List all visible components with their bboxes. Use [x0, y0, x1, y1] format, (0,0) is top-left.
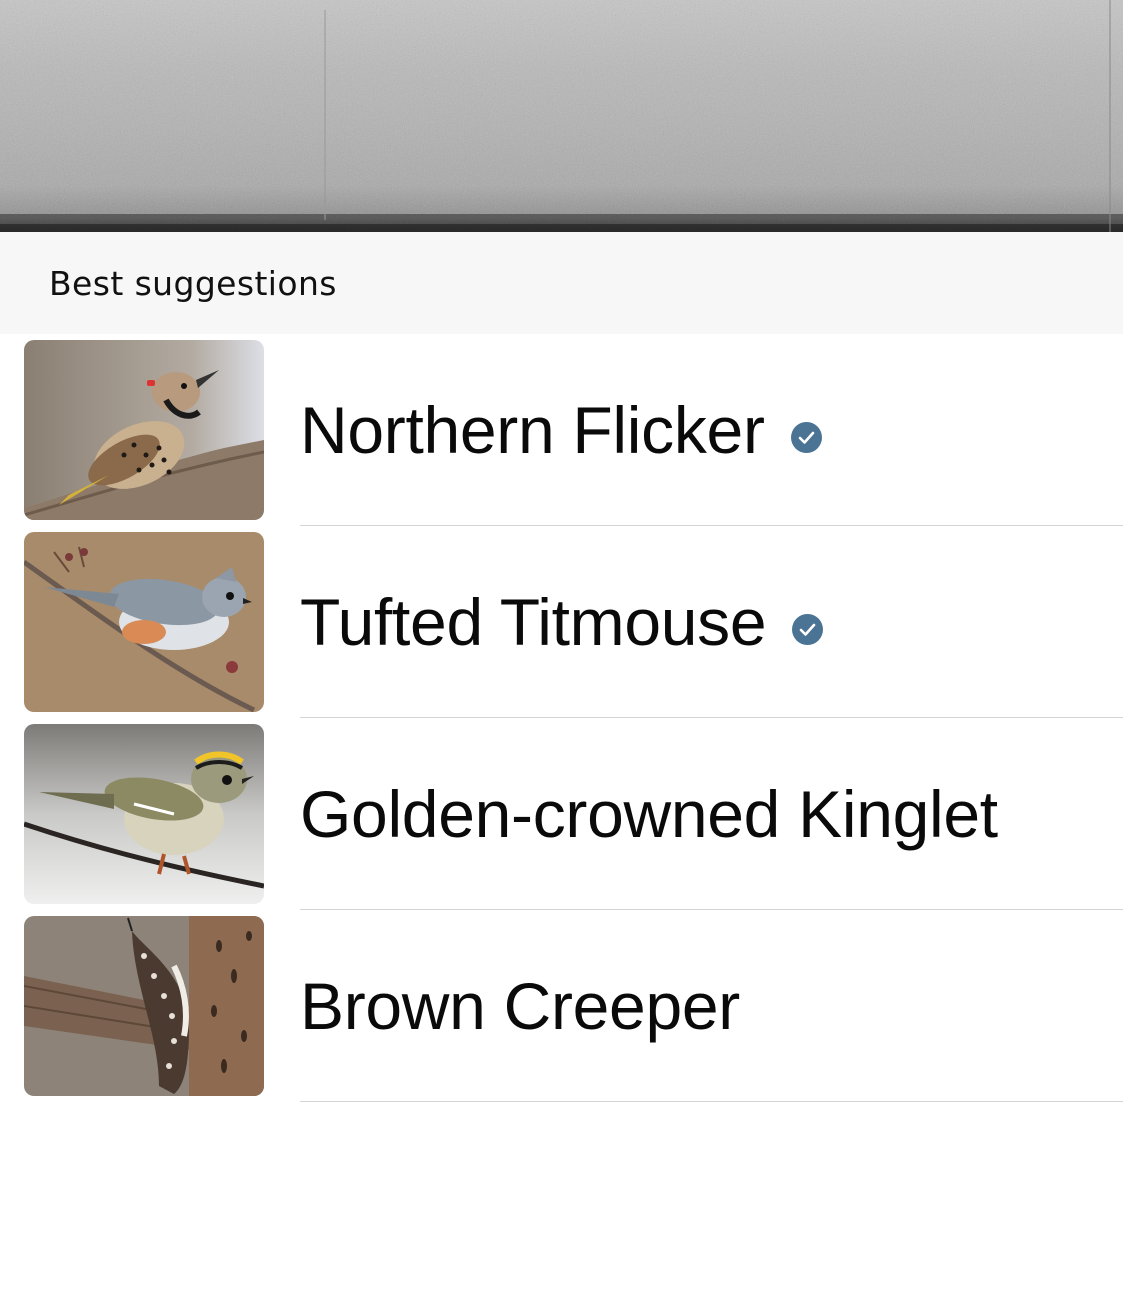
species-name: Brown Creeper: [300, 969, 740, 1043]
row-divider: [300, 1101, 1123, 1102]
verified-check-icon: [792, 613, 824, 645]
spectrogram-image: [0, 0, 1123, 232]
species-name: Tufted Titmouse: [300, 585, 767, 659]
list-item[interactable]: Golden-crowned Kinglet: [0, 718, 1123, 910]
northern-flicker-photo: [24, 340, 264, 520]
brown-creeper-photo: [24, 916, 264, 1096]
species-name-wrap: Tufted Titmouse: [300, 526, 824, 718]
species-name-wrap: Northern Flicker: [300, 334, 822, 526]
species-name-wrap: Brown Creeper: [300, 910, 740, 1102]
species-name: Golden-crowned Kinglet: [300, 777, 998, 851]
list-item[interactable]: Northern Flicker: [0, 334, 1123, 526]
tufted-titmouse-photo: [24, 532, 264, 712]
spectrogram[interactable]: [0, 0, 1123, 232]
species-name-wrap: Golden-crowned Kinglet: [300, 718, 998, 910]
golden-crowned-kinglet-photo: [24, 724, 264, 904]
species-name: Northern Flicker: [300, 393, 765, 467]
list-item[interactable]: Tufted Titmouse: [0, 526, 1123, 718]
verified-check-icon: [790, 421, 822, 453]
list-item[interactable]: Brown Creeper: [0, 910, 1123, 1102]
section-title: Best suggestions: [49, 264, 337, 303]
